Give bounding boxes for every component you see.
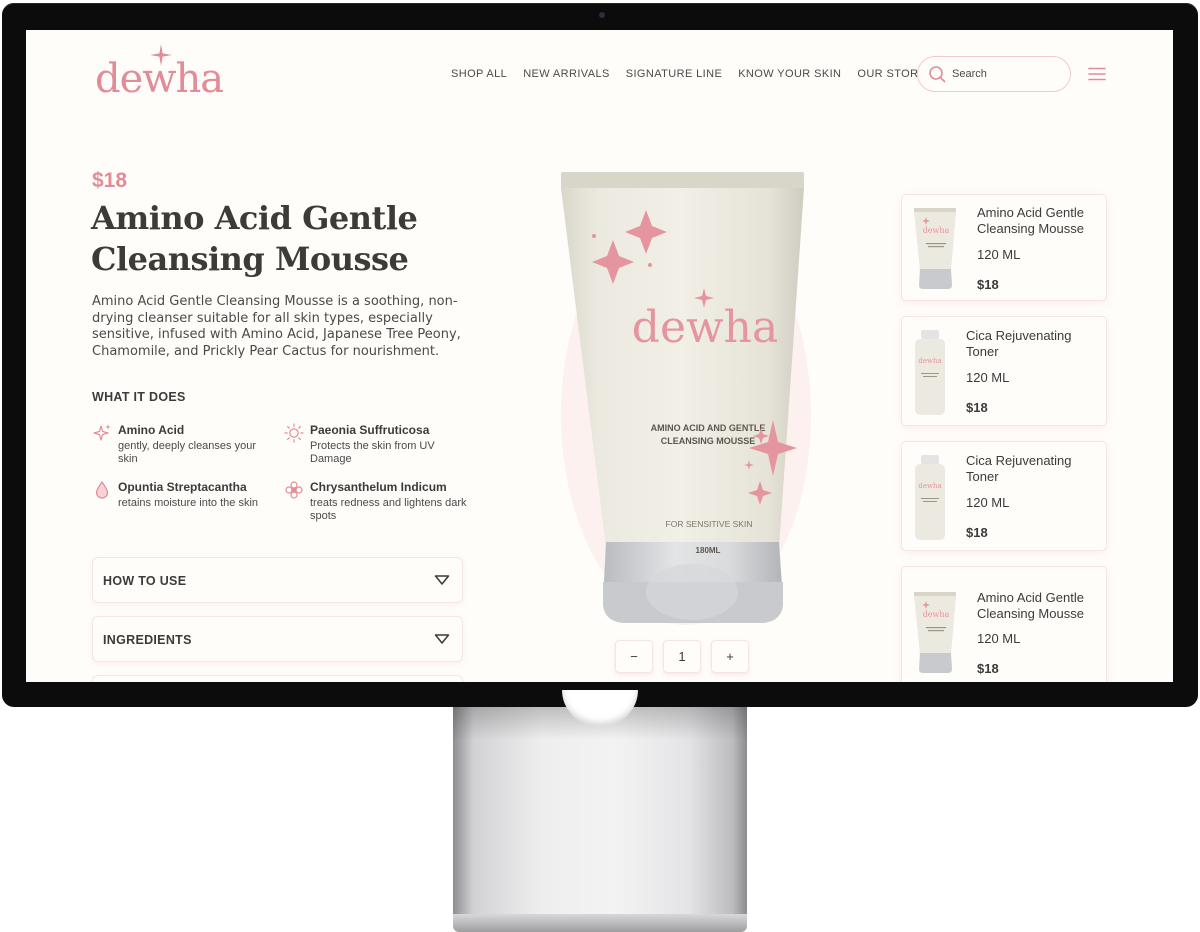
quantity-value[interactable]: 1 [663, 640, 701, 673]
related-product-card[interactable]: dewha Cica Rejuvenating Toner 120 ML $18 [901, 441, 1107, 551]
monitor-stand-base [453, 914, 747, 932]
svg-text:dewha: dewha [918, 482, 941, 490]
chevron-down-icon [434, 634, 450, 644]
related-product-card[interactable]: dewha Cica Rejuvenating Toner 120 ML $18 [901, 316, 1107, 426]
nav-new-arrivals[interactable]: NEW ARRIVALS [523, 68, 610, 80]
product-thumbnail: dewha [914, 208, 956, 289]
card-price: $18 [966, 400, 988, 415]
search-box[interactable] [917, 56, 1071, 92]
quantity-stepper: − 1 + [615, 640, 749, 673]
product-image: dewha AMINO ACID AND GENTLE CLEANSING MO… [561, 172, 811, 625]
ingredient-name: Chrysanthelum Indicum [310, 480, 447, 494]
nav-shop-all[interactable]: SHOP ALL [451, 68, 507, 80]
card-title: Cica Rejuvenating Toner [966, 328, 1072, 359]
related-product-card[interactable]: dewha Amino Acid Gentle Cleansing Mousse… [901, 566, 1107, 682]
sun-icon [284, 423, 304, 443]
chevron-down-icon [434, 575, 450, 585]
sparkle-icon [93, 424, 111, 441]
accordion-partial[interactable] [92, 675, 463, 682]
product-thumbnail: dewha [915, 330, 945, 415]
card-price: $18 [977, 277, 999, 292]
monitor-stand [453, 700, 747, 920]
card-price: $18 [977, 661, 999, 676]
card-title: Amino Acid Gentle Cleansing Mousse [977, 205, 1084, 236]
card-title: Cica Rejuvenating Toner [966, 453, 1072, 484]
svg-text:dewha: dewha [923, 610, 950, 619]
quantity-minus-button[interactable]: − [615, 640, 653, 673]
main-nav: SHOP ALL NEW ARRIVALS SIGNATURE LINE KNO… [451, 68, 926, 80]
nav-our-story[interactable]: OUR STORY [857, 68, 926, 80]
product-thumbnail: dewha [915, 455, 945, 540]
accordion-label: INGREDIENTS [103, 633, 192, 647]
tube-volume: 180ML [696, 546, 721, 555]
tube-tagline: FOR SENSITIVE SKIN [666, 519, 753, 529]
card-size: 120 ML [977, 631, 1021, 646]
flower-icon [285, 481, 303, 499]
accordion-how-to-use[interactable]: HOW TO USE [92, 557, 463, 603]
ingredient-name: Amino Acid [118, 423, 185, 437]
product-description: Amino Acid Gentle Cleansing Mousse is a … [92, 294, 461, 359]
search-icon [929, 66, 946, 83]
hamburger-menu-icon[interactable] [1088, 67, 1106, 81]
ingredient-name: Opuntia Streptacantha [118, 480, 247, 494]
nav-know-your-skin[interactable]: KNOW YOUR SKIN [738, 68, 841, 80]
camera-icon [599, 12, 605, 18]
nav-signature-line[interactable]: SIGNATURE LINE [626, 68, 722, 80]
ingredient-name: Paeonia Suffruticosa [310, 423, 430, 437]
web-page: dewha SHOP ALL NEW ARRIVALS SIGNATURE LI… [26, 30, 1173, 682]
product-thumbnail: dewha [914, 592, 956, 673]
tube-brand: dewha [632, 302, 778, 353]
tube-label: AMINO ACID AND GENTLE [651, 423, 766, 433]
accordion-ingredients[interactable]: INGREDIENTS [92, 616, 463, 662]
droplet-icon [95, 480, 109, 499]
card-size: 120 ML [966, 370, 1010, 385]
brand-logo[interactable]: dewha [95, 44, 235, 102]
tube-label: CLEANSING MOUSSE [661, 436, 756, 446]
ingredient-description: Protects the skin from UV Damage [310, 440, 435, 465]
card-price: $18 [966, 525, 988, 540]
product-title: Amino Acid Gentle Cleansing Mousse [91, 199, 418, 278]
search-input[interactable] [952, 68, 1062, 80]
ingredient-description: treats redness and lightens dark spots [310, 497, 467, 522]
svg-text:dewha: dewha [918, 357, 941, 365]
card-size: 120 ML [977, 247, 1021, 262]
ingredient-description: retains moisture into the skin [118, 497, 259, 509]
svg-text:dewha: dewha [923, 226, 950, 235]
quantity-plus-button[interactable]: + [711, 640, 749, 673]
ingredient-description: gently, deeply cleanses your skin [118, 440, 256, 465]
what-it-does-heading: WHAT IT DOES [92, 390, 186, 404]
accordion-label: HOW TO USE [103, 574, 187, 588]
sparkle-icon [150, 44, 172, 66]
card-title: Amino Acid Gentle Cleansing Mousse [977, 590, 1084, 621]
product-price: $18 [92, 169, 128, 192]
card-size: 120 ML [966, 495, 1010, 510]
related-product-card[interactable]: dewha Amino Acid Gentle Cleansing Mousse… [901, 194, 1107, 301]
